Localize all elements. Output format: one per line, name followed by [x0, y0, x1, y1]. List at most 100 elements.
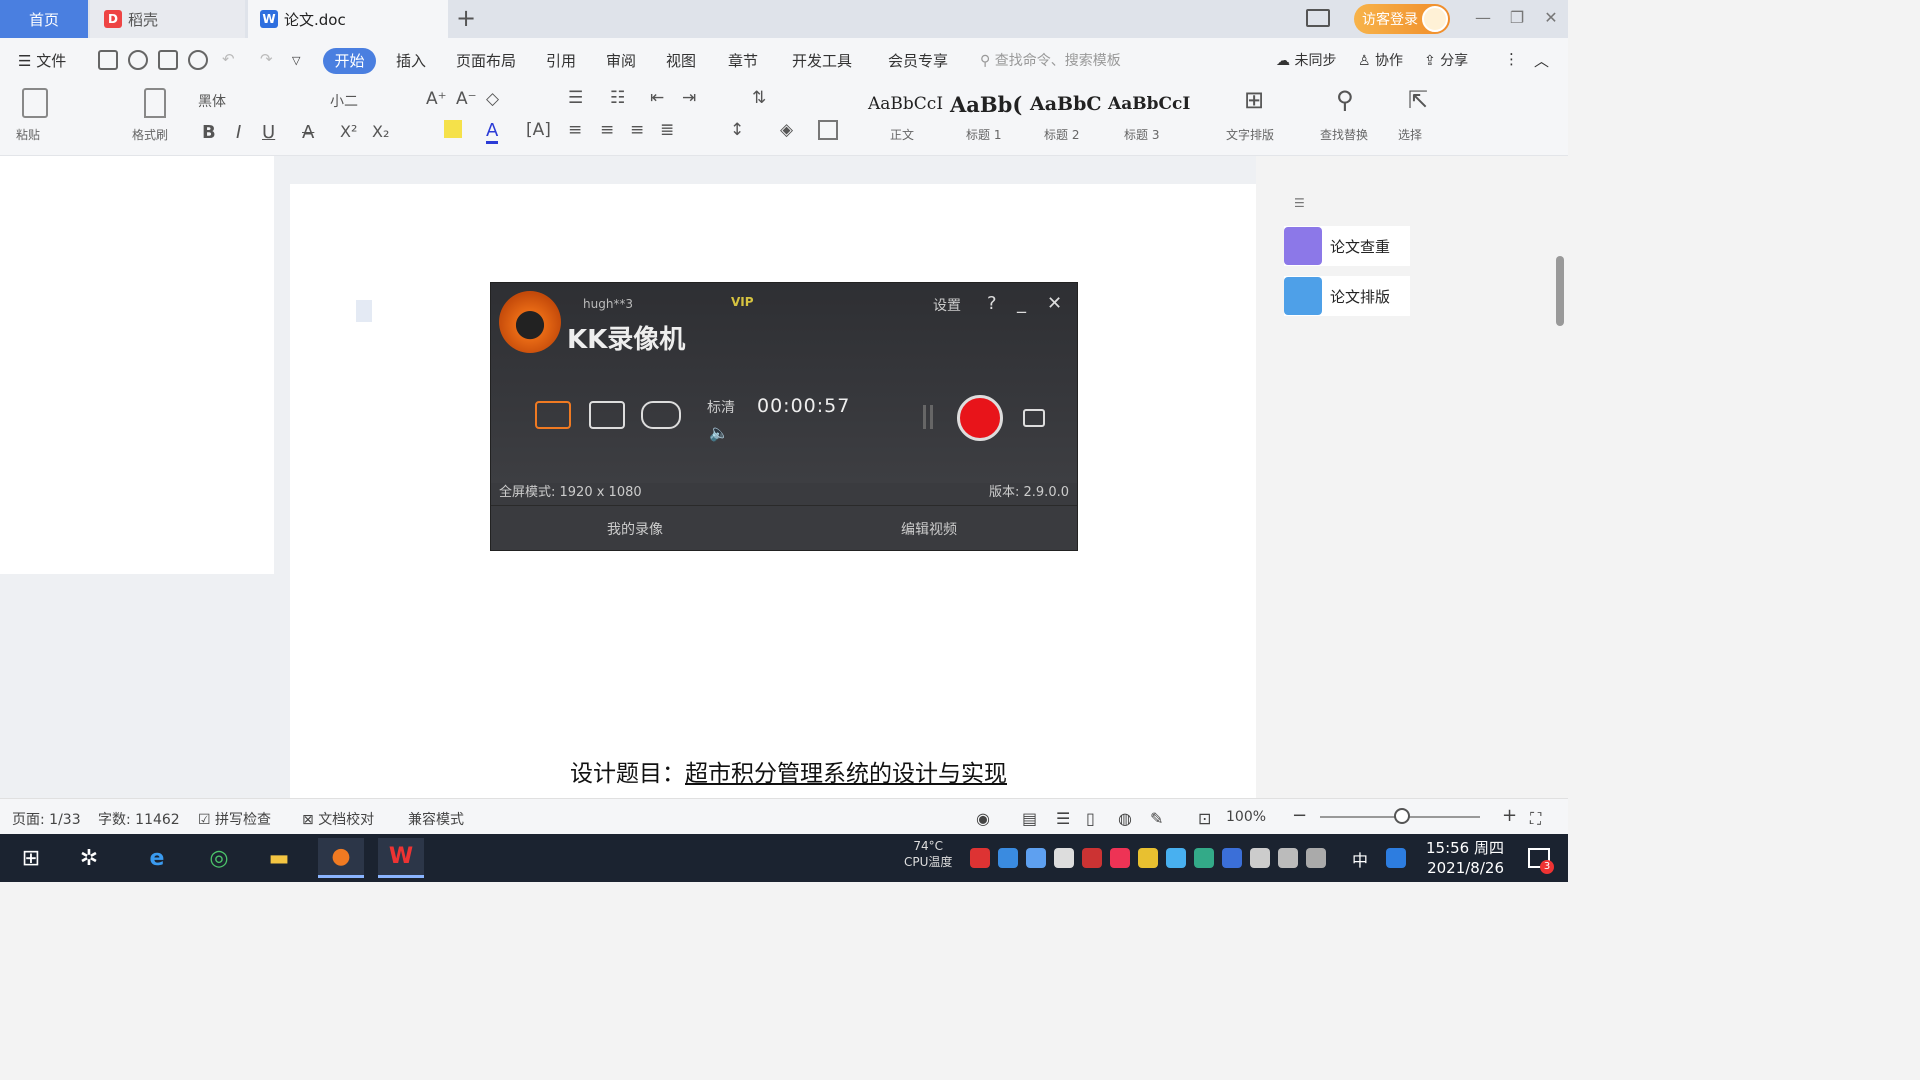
subscript-icon[interactable]: X₂ [372, 122, 389, 141]
shading-icon[interactable]: ◈ [780, 120, 793, 140]
web-view-icon[interactable]: ◍ [1118, 809, 1132, 828]
outdent-icon[interactable]: ⇤ [650, 88, 664, 108]
tray-app-icon[interactable] [1082, 848, 1102, 868]
style-normal-sample[interactable]: AaBbCcI [868, 94, 943, 114]
print-icon[interactable] [158, 50, 178, 70]
fit-page-icon[interactable]: ⊡ [1198, 809, 1211, 828]
menu-view[interactable]: 视图 [666, 50, 696, 71]
outline-view-icon[interactable]: ☰ [1056, 809, 1070, 828]
chevron-down-icon[interactable]: ▽ [292, 54, 300, 67]
select-cursor-icon[interactable]: ⇱ [1408, 86, 1428, 114]
collaborate-button[interactable]: ♙ 协作 [1358, 50, 1403, 70]
command-search[interactable]: ⚲ 查找命令、搜索模板 [980, 50, 1121, 70]
speaker-icon[interactable]: 🔈 [709, 423, 729, 442]
gamepad-icon[interactable] [641, 401, 681, 429]
style-heading3-sample[interactable]: AaBbCcI [1108, 94, 1190, 114]
close-icon[interactable]: ✕ [1538, 6, 1564, 30]
bold-button[interactable]: B [202, 122, 216, 143]
sort-icon[interactable]: ⇅ [752, 88, 766, 108]
page-view-icon[interactable]: ▤ [1022, 809, 1037, 828]
tab-daoke[interactable]: D 稻壳 [90, 0, 245, 38]
collapse-ribbon-icon[interactable]: ︿ [1534, 50, 1549, 71]
print-preview-icon[interactable] [188, 50, 208, 70]
volume-icon[interactable] [1306, 848, 1326, 868]
align-left-icon[interactable]: ≡ [568, 120, 582, 140]
panel-menu-icon[interactable]: ☰ [1294, 196, 1305, 210]
file-menu[interactable]: ☰ 文件 [18, 50, 66, 71]
font-size-select[interactable]: 小二 [330, 91, 358, 111]
style-heading1-sample[interactable]: AaBb( [950, 92, 1022, 117]
share-button[interactable]: ⇪ 分享 [1424, 50, 1468, 70]
visitor-login-button[interactable]: 访客登录 [1354, 4, 1450, 34]
menu-start[interactable]: 开始 [323, 48, 376, 74]
bluetooth-icon[interactable] [1222, 848, 1242, 868]
thesis-format-item[interactable]: 论文排版 [1284, 276, 1410, 316]
menu-review[interactable]: 审阅 [606, 50, 636, 71]
kk-settings-button[interactable]: 设置 [933, 295, 961, 315]
menu-developer[interactable]: 开发工具 [792, 50, 852, 71]
text-tools-icon[interactable]: ⊞ [1244, 86, 1264, 114]
nvidia-icon[interactable] [1194, 848, 1214, 868]
bell-icon[interactable] [1054, 848, 1074, 868]
file-explorer-icon[interactable]: ▬ [256, 838, 302, 878]
windows-start-icon[interactable]: ⊞ [8, 838, 54, 878]
minimize-icon[interactable]: — [1470, 6, 1496, 30]
more-icon[interactable]: ⋮ [1504, 50, 1519, 68]
zoom-in-button[interactable]: + [1502, 805, 1517, 826]
underline-button[interactable]: U [262, 122, 275, 143]
align-right-icon[interactable]: ≡ [630, 120, 644, 140]
battery-icon[interactable] [1250, 848, 1270, 868]
quality-select[interactable]: 标清 [707, 397, 735, 417]
plagiarism-check-item[interactable]: 论文查重 [1284, 226, 1410, 266]
font-color-icon[interactable]: A [486, 120, 499, 144]
kk-close-button[interactable]: ✕ [1047, 293, 1062, 314]
fullscreen-icon[interactable]: ⛶ [1530, 809, 1541, 829]
edit-video-link[interactable]: 编辑视频 [901, 519, 957, 539]
page-indicator[interactable]: 页面: 1/33 [12, 809, 81, 829]
kk-recorder-taskbar-icon[interactable]: ● [318, 838, 364, 878]
window-layout-icon[interactable] [1306, 9, 1330, 27]
format-painter-icon[interactable] [144, 88, 166, 118]
highlight-icon[interactable] [444, 120, 462, 138]
undo-icon[interactable]: ↶ [222, 50, 235, 68]
shield-icon[interactable] [1026, 848, 1046, 868]
word-count[interactable]: 字数: 11462 [98, 809, 180, 829]
bullet-list-icon[interactable]: ☰ [568, 88, 583, 108]
kk-help-button[interactable]: ? [987, 293, 997, 314]
tray-app-icon[interactable] [998, 848, 1018, 868]
pinwheel-app-icon[interactable]: ✲ [66, 838, 112, 878]
tray-app-icon[interactable] [1166, 848, 1186, 868]
justify-icon[interactable]: ≣ [660, 120, 674, 140]
tray-app-icon[interactable] [1386, 848, 1406, 868]
window-mode-icon[interactable] [589, 401, 625, 429]
char-border-icon[interactable]: [A] [526, 120, 551, 140]
restore-icon[interactable]: ❐ [1504, 6, 1530, 30]
line-spacing-icon[interactable]: ↕ [730, 120, 744, 140]
sync-button[interactable]: ☁ 未同步 [1276, 50, 1336, 70]
indent-icon[interactable]: ⇥ [682, 88, 696, 108]
wps-taskbar-icon[interactable]: W [378, 838, 424, 878]
reading-view-icon[interactable]: ▯ [1086, 809, 1095, 828]
menu-insert[interactable]: 插入 [396, 50, 426, 71]
borders-icon[interactable] [818, 120, 838, 140]
kk-minimize-button[interactable]: _ [1017, 293, 1026, 314]
ime-indicator[interactable]: 中 [1352, 847, 1368, 871]
style-heading2-sample[interactable]: AaBbC [1030, 93, 1102, 115]
kk-vip-badge[interactable]: VIP [731, 295, 754, 309]
vertical-scrollbar[interactable] [1556, 256, 1564, 326]
menu-page-layout[interactable]: 页面布局 [456, 50, 516, 71]
numbered-list-icon[interactable]: ☷ [610, 88, 625, 108]
tray-app-icon[interactable] [1138, 848, 1158, 868]
font-shrink-icon[interactable]: A⁻ [456, 89, 477, 109]
tray-app-icon[interactable] [1110, 848, 1130, 868]
zoom-out-button[interactable]: − [1292, 805, 1307, 826]
italic-button[interactable]: I [236, 122, 241, 143]
camera-icon[interactable] [1023, 409, 1045, 427]
menu-chapter[interactable]: 章节 [728, 50, 758, 71]
eye-protection-icon[interactable]: ◉ [976, 809, 990, 828]
align-center-icon[interactable]: ≡ [600, 120, 614, 140]
record-button[interactable] [957, 395, 1003, 441]
superscript-icon[interactable]: X² [340, 122, 357, 141]
redo-icon[interactable]: ↷ [260, 50, 273, 68]
pen-icon[interactable]: ✎ [1150, 809, 1163, 828]
